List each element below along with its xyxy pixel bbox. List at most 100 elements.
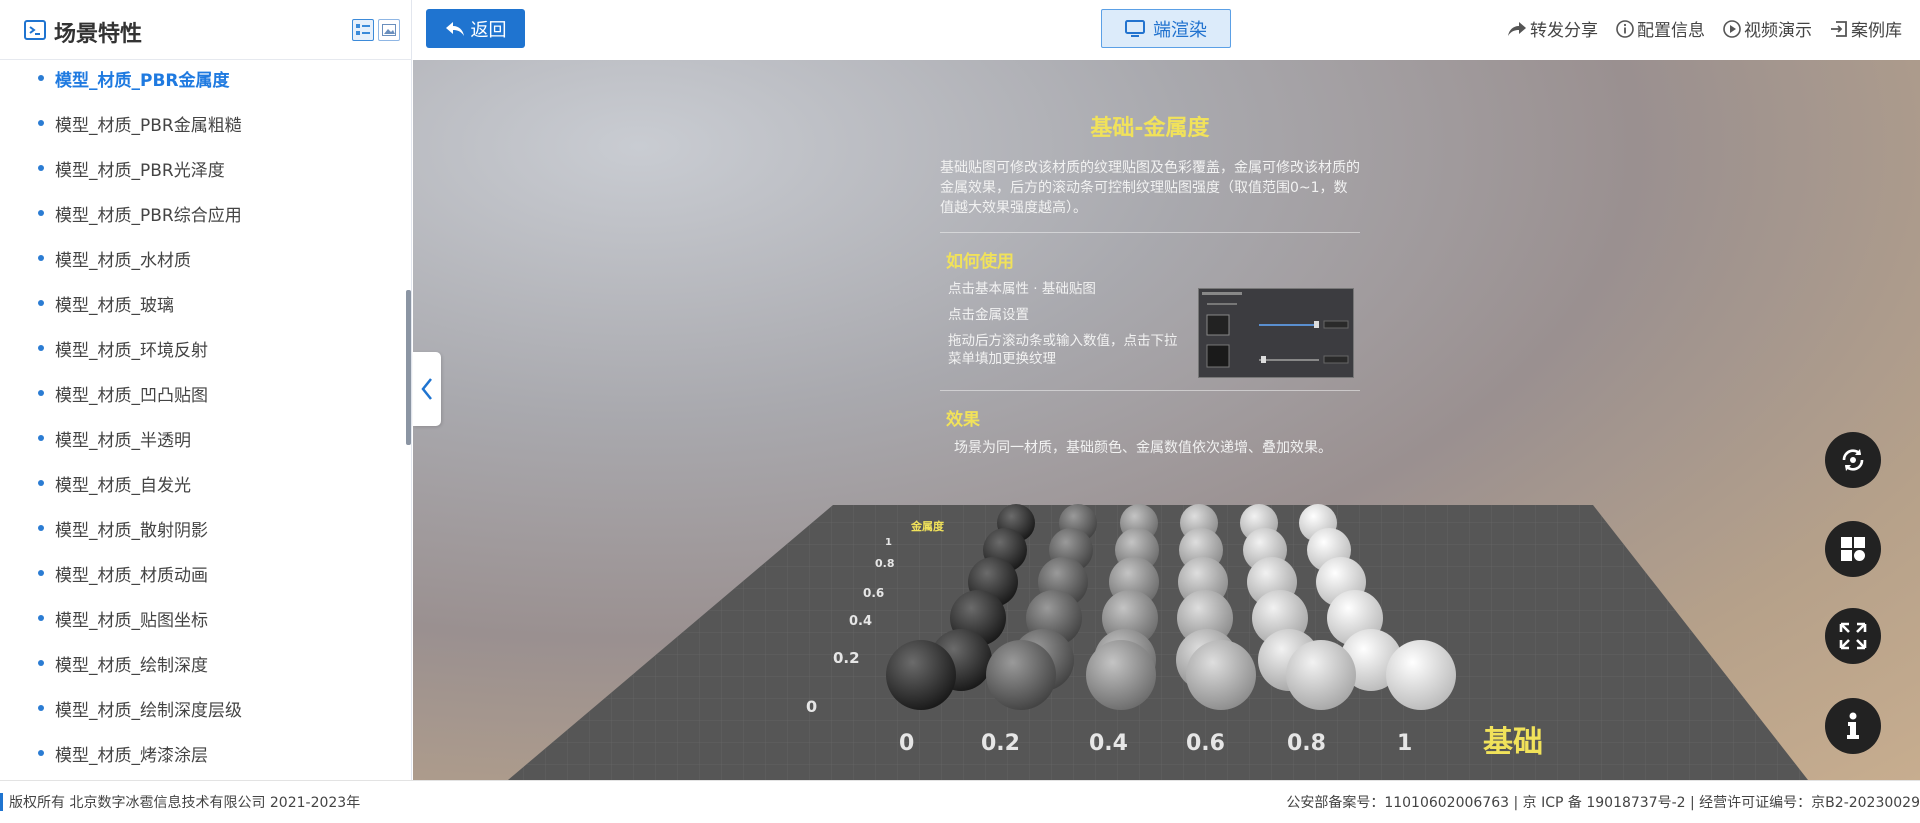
y-axis-label: 金属度 <box>910 519 945 533</box>
rotate-reset-icon <box>1842 449 1864 471</box>
sidebar-header: 场景特性 <box>0 0 412 60</box>
config-info-button[interactable]: 配置信息 <box>1616 16 1705 41</box>
sidebar-item[interactable]: 模型_材质_PBR综合应用 <box>38 198 242 228</box>
sidebar-item-label: 模型_材质_材质动画 <box>55 565 208 586</box>
bullet-icon <box>38 525 44 531</box>
list-view-icon <box>356 24 370 35</box>
bullet-icon <box>38 165 44 171</box>
sidebar-item[interactable]: 模型_材质_贴图坐标 <box>38 603 208 633</box>
sidebar-item[interactable]: 模型_材质_PBR金属度 <box>38 63 230 93</box>
sidebar-item-label: 模型_材质_绘制深度层级 <box>55 700 242 721</box>
login-icon <box>1831 20 1847 37</box>
sidebar-item-label: 模型_材质_环境反射 <box>55 340 208 361</box>
license-text: 公安部备案号：11010602006763 | 京 ICP 备 19018737… <box>1286 795 1920 811</box>
render-mode-label: 端渲染 <box>1153 19 1207 41</box>
bullet-icon <box>38 750 44 756</box>
y-tick-label: 1 <box>885 537 892 548</box>
image-view-icon <box>382 24 396 36</box>
sidebar-title: 场景特性 <box>54 22 143 47</box>
terminal-icon <box>24 20 46 40</box>
scene-description: 基础贴图可修改该材质的纹理贴图及色彩覆盖，金属可修改该材质的金属效果，后方的滚动… <box>940 160 1360 216</box>
case-library-button[interactable]: 案例库 <box>1830 16 1902 41</box>
sidebar-item-label: 模型_材质_散射阴影 <box>55 520 208 541</box>
sidebar-item[interactable]: 模型_材质_玻璃 <box>38 288 174 318</box>
back-button-label: 返回 <box>470 19 507 41</box>
sidebar-item[interactable]: 模型_材质_绘制深度层级 <box>38 693 242 723</box>
bullet-icon <box>38 210 44 216</box>
share-button[interactable]: 转发分享 <box>1507 16 1598 41</box>
video-demo-button[interactable]: 视频演示 <box>1723 16 1812 41</box>
fullscreen-button[interactable] <box>1825 608 1881 664</box>
bullet-icon <box>38 345 44 351</box>
reset-view-button[interactable] <box>1825 432 1881 488</box>
sidebar-item[interactable]: 模型_材质_绘制深度 <box>38 648 208 678</box>
list-view-button[interactable] <box>352 19 374 41</box>
top-actions: 转发分享 配置信息 视频演示 案例库 <box>1507 16 1902 41</box>
sidebar-item[interactable]: 模型_材质_水材质 <box>38 243 191 273</box>
bullet-icon <box>38 615 44 621</box>
sidebar-item[interactable]: 模型_材质_PBR光泽度 <box>38 153 225 183</box>
sidebar-item[interactable]: 模型_材质_半透明 <box>38 423 191 453</box>
y-tick-label: 0.8 <box>875 557 895 570</box>
back-button[interactable]: 返回 <box>426 9 525 48</box>
app-root: 场景特性 模型_材质_PBR金属度 模型_材质_PBR金属粗糙 模型_材质_PB… <box>0 0 1920 823</box>
howto-heading: 如何使用 <box>946 252 1014 272</box>
sidebar-item-label: 模型_材质_烤漆涂层 <box>55 745 208 766</box>
y-tick-label: 0.4 <box>849 614 872 629</box>
sidebar-item-label: 模型_材质_PBR综合应用 <box>55 205 242 226</box>
bullet-icon <box>38 480 44 486</box>
fullscreen-icon <box>1839 622 1867 650</box>
sidebar-item-label: 模型_材质_半透明 <box>55 430 191 451</box>
chevron-left-icon <box>421 378 432 400</box>
layout-button[interactable] <box>1825 521 1881 577</box>
bullet-icon <box>38 660 44 666</box>
x-tick-label: 0 <box>899 731 914 756</box>
x-tick-label: 0.8 <box>1287 731 1326 756</box>
footer: 版权所有 北京数字冰雹信息技术有限公司 2021-2023年 公安部备案号：11… <box>0 780 1920 823</box>
sidebar-item[interactable]: 模型_材质_散射阴影 <box>38 513 208 543</box>
sidebar-item[interactable]: 模型_材质_PBR金属粗糙 <box>38 108 242 138</box>
bullet-icon <box>38 255 44 261</box>
collapse-sidebar-button[interactable] <box>413 352 441 426</box>
x-tick-label: 0.4 <box>1089 731 1128 756</box>
bullet-icon <box>38 300 44 306</box>
monitor-icon <box>1125 19 1145 37</box>
sidebar-item[interactable]: 模型_材质_烤漆涂层 <box>38 738 208 768</box>
info-icon <box>1847 712 1859 739</box>
sidebar-item-label: 模型_材质_PBR光泽度 <box>55 160 225 181</box>
sidebar: 场景特性 模型_材质_PBR金属度 模型_材质_PBR金属粗糙 模型_材质_PB… <box>0 0 412 780</box>
footer-accent-bar <box>0 793 3 811</box>
back-arrow-icon <box>445 21 464 36</box>
y-tick-label: 0 <box>806 697 817 716</box>
effect-text: 场景为同一材质，基础颜色、金属数值依次递增、叠加效果。 <box>954 440 1332 456</box>
divider <box>940 232 1360 233</box>
divider <box>940 390 1360 391</box>
view-toggle <box>352 19 400 41</box>
dashboard-icon <box>1841 537 1865 561</box>
info-button[interactable] <box>1825 698 1881 754</box>
sidebar-item-label: 模型_材质_自发光 <box>55 475 191 496</box>
x-tick-label: 1 <box>1397 731 1412 756</box>
bullet-icon <box>38 120 44 126</box>
image-view-button[interactable] <box>378 19 400 41</box>
sidebar-item[interactable]: 模型_材质_材质动画 <box>38 558 208 588</box>
sidebar-scrollbar[interactable] <box>406 290 411 445</box>
bullet-icon <box>38 705 44 711</box>
sidebar-item[interactable]: 模型_材质_自发光 <box>38 468 191 498</box>
scene-info-panel: 基础-金属度 基础贴图可修改该材质的纹理贴图及色彩覆盖，金属可修改该材质的金属效… <box>940 110 1360 458</box>
x-tick-label: 0.2 <box>981 731 1020 756</box>
render-mode-button[interactable]: 端渲染 <box>1101 9 1231 48</box>
share-label: 转发分享 <box>1530 21 1598 41</box>
sidebar-item-label: 模型_材质_贴图坐标 <box>55 610 208 631</box>
bullet-icon <box>38 390 44 396</box>
play-circle-icon <box>1723 19 1741 38</box>
howto-step: 点击基本属性 · 基础贴图 <box>948 281 1096 297</box>
settings-preview-image <box>1198 288 1354 378</box>
bullet-icon <box>38 435 44 441</box>
sidebar-item[interactable]: 模型_材质_环境反射 <box>38 333 208 363</box>
sidebar-item[interactable]: 模型_材质_凹凸贴图 <box>38 378 208 408</box>
config-info-label: 配置信息 <box>1637 21 1705 41</box>
info-circle-icon <box>1616 19 1634 38</box>
howto-steps: 点击基本属性 · 基础贴图 点击金属设置 拖动后方滚动条或输入数值，点击下拉菜单… <box>940 280 1360 378</box>
sidebar-item-label: 模型_材质_玻璃 <box>55 295 174 316</box>
